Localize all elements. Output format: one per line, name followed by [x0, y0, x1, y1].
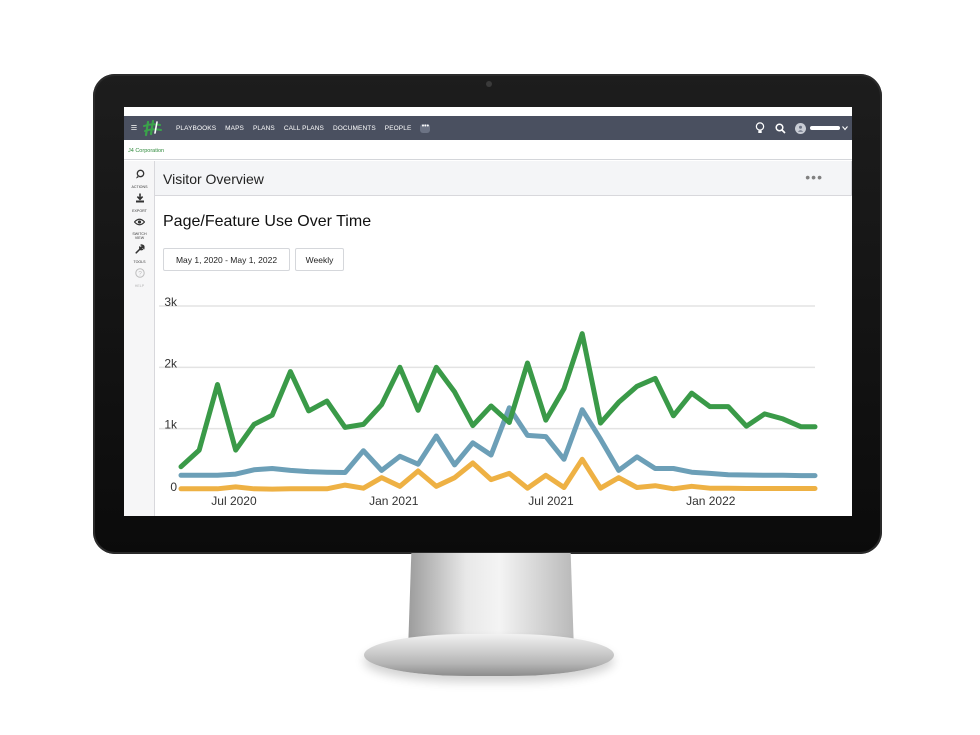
x-tick-label: Jan 2021: [369, 494, 419, 508]
sidebar-item-label: TOOLS: [133, 260, 146, 264]
hamburger-menu-icon[interactable]: ≡: [126, 122, 142, 134]
y-tick-label: 1k: [164, 418, 178, 432]
sidebar-item-switch-view[interactable]: SWITCH VIEW: [124, 213, 155, 240]
nav-more-button[interactable]: •••: [420, 123, 431, 133]
panel-title: Visitor Overview: [163, 171, 264, 187]
chart-widget: 0 1k 2k 3k Jul 2020 Jan 2021 Jul 2021 Jan 2022 …: [155, 197, 852, 516]
left-toolbar: ACTIONS EXPORT SWITCH VIEW TOOLS ? HELP: [124, 161, 155, 516]
lightbulb-icon[interactable]: [754, 122, 766, 134]
x-tick-label: Jul 2021: [528, 494, 574, 508]
download-icon: [135, 190, 145, 208]
y-tick-label: 3k: [164, 295, 178, 309]
nav-call-plans[interactable]: CALL PLANS: [284, 125, 324, 132]
sidebar-item-export[interactable]: EXPORT: [124, 190, 155, 213]
search-icon[interactable]: [774, 122, 786, 134]
help-icon: ?: [134, 265, 145, 283]
user-avatar-icon[interactable]: [795, 122, 806, 134]
monitor-stand-base: [364, 634, 614, 676]
sidebar-item-tools[interactable]: TOOLS: [124, 241, 155, 264]
nav-documents[interactable]: DOCUMENTS: [333, 125, 376, 132]
organization-name[interactable]: J4 Corporation: [128, 148, 164, 154]
chevron-down-icon[interactable]: [842, 125, 848, 131]
series-line: [178, 331, 818, 470]
wrench-icon: [134, 241, 145, 259]
line-chart: 0 1k 2k 3k Jul 2020 Jan 2021 Jul 2021 Jan 2022: [159, 295, 818, 508]
series-line: [178, 405, 818, 479]
panel-header: Visitor Overview •••: [155, 161, 852, 196]
nav-people[interactable]: PEOPLE: [385, 125, 412, 132]
period-button[interactable]: Weekly: [295, 248, 344, 271]
username-redacted[interactable]: [810, 126, 840, 130]
date-range-button[interactable]: May 1, 2020 - May 1, 2022: [163, 248, 290, 271]
nav-right-tools: [746, 116, 848, 140]
nav-plans[interactable]: PLANS: [253, 125, 275, 132]
nav-playbooks[interactable]: PLAYBOOKS: [176, 125, 216, 132]
panel-options-button[interactable]: •••: [805, 169, 823, 185]
x-tick-label: Jul 2020: [211, 494, 257, 508]
j4-logo-icon[interactable]: [142, 117, 164, 139]
actions-icon: [135, 166, 145, 184]
sidebar-item-label: SWITCH VIEW: [132, 232, 147, 240]
nav-maps[interactable]: MAPS: [225, 125, 244, 132]
y-tick-label: 2k: [164, 356, 178, 370]
eye-icon: [133, 213, 146, 231]
app-screen: ≡ PLAYBOOKS MAPS PLANS CALL PLANS DOCUME…: [124, 107, 852, 516]
organization-bar: J4 Corporation: [124, 140, 852, 160]
chart-title: Page/Feature Use Over Time: [163, 213, 372, 230]
page: ≡ PLAYBOOKS MAPS PLANS CALL PLANS DOCUME…: [0, 0, 980, 735]
x-tick-label: Jan 2022: [686, 494, 736, 508]
sidebar-item-help[interactable]: ? HELP: [124, 265, 155, 288]
sidebar-item-label: HELP: [134, 284, 145, 288]
y-tick-label: 0: [170, 480, 177, 494]
svg-text:?: ?: [138, 270, 142, 277]
top-navigation-bar: ≡ PLAYBOOKS MAPS PLANS CALL PLANS DOCUME…: [124, 116, 852, 140]
sidebar-item-actions[interactable]: ACTIONS: [124, 166, 155, 189]
sidebar-item-label: ACTIONS: [131, 185, 148, 189]
main-nav: PLAYBOOKS MAPS PLANS CALL PLANS DOCUMENT…: [176, 123, 431, 133]
monitor-camera: [486, 81, 492, 87]
